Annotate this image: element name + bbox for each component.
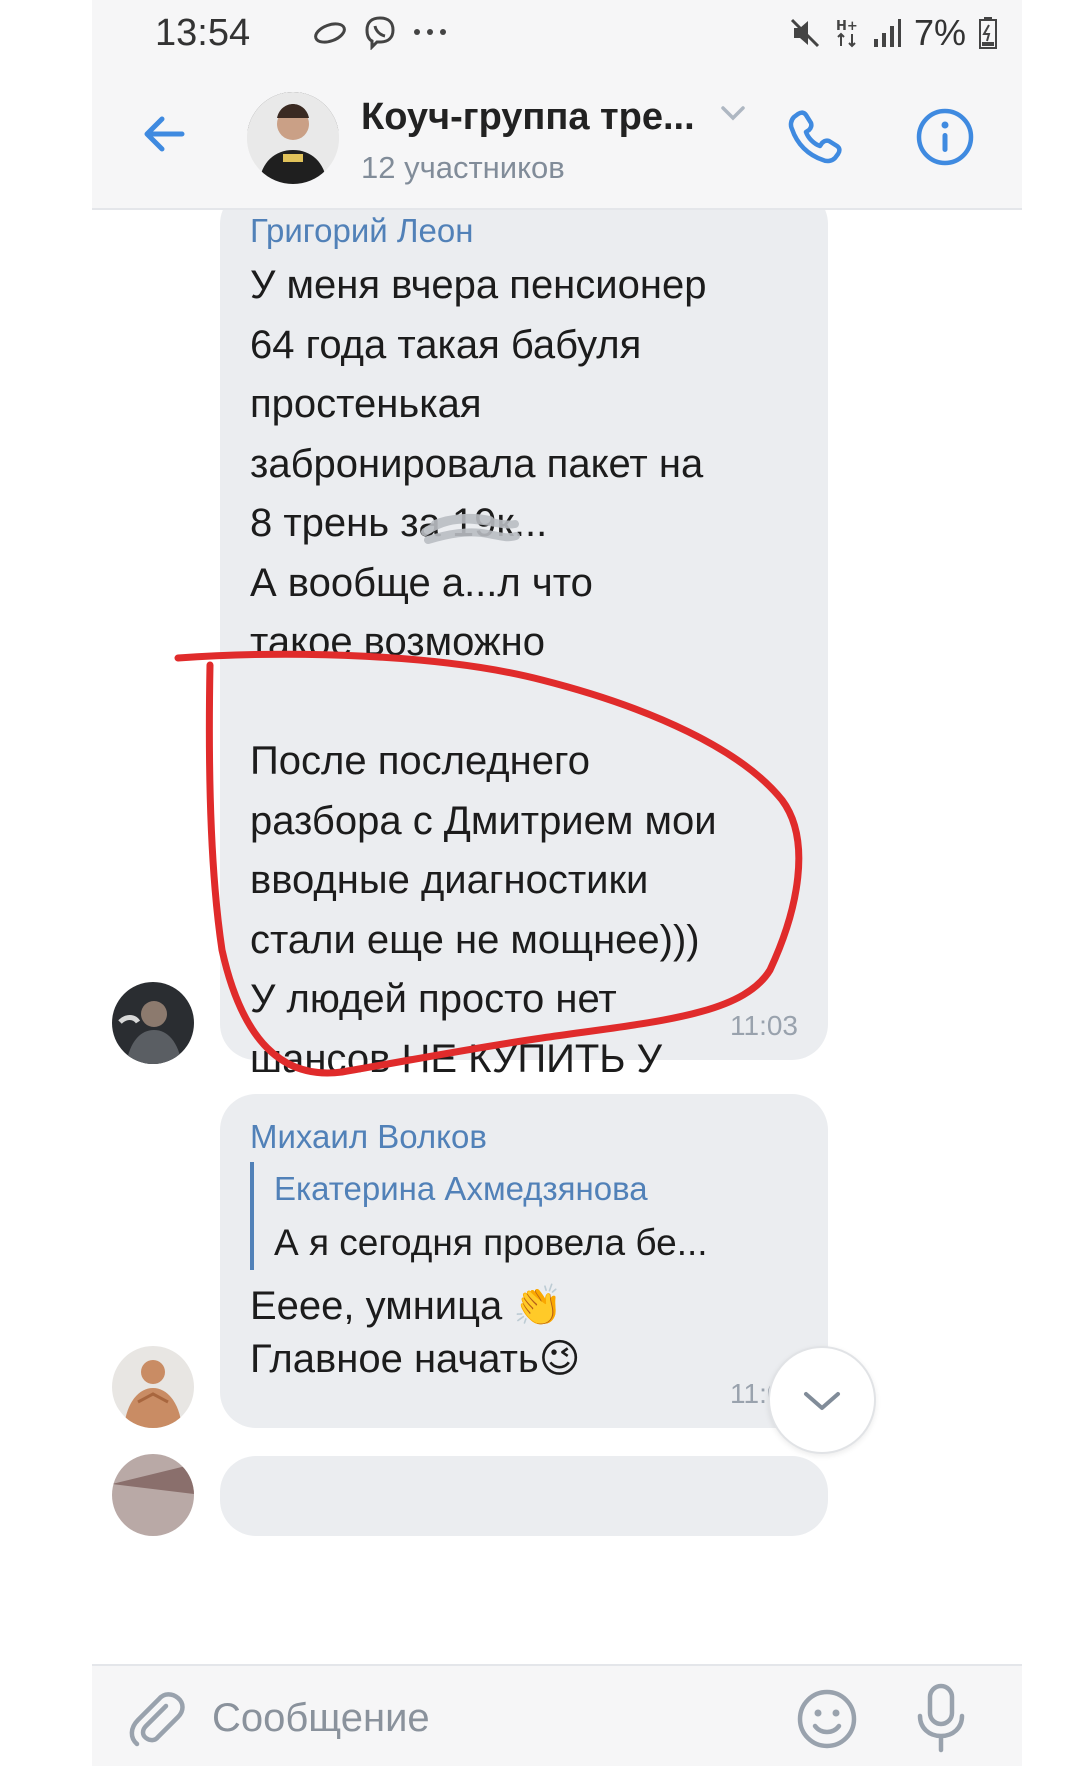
mute-icon [790, 18, 820, 48]
chevron-down-icon[interactable] [720, 104, 746, 122]
more-notifications-icon [414, 29, 446, 35]
group-avatar[interactable] [247, 92, 339, 184]
message-sender[interactable]: Григорий Леон [250, 212, 798, 250]
message-time: 11:03 [730, 1010, 798, 1041]
status-indicators: H+ 7% [788, 12, 998, 54]
data-hplus-icon: H+ [836, 19, 858, 48]
message-composer [92, 1664, 1022, 1766]
chat-header: Коуч-группа тре... 12 участников [92, 66, 1022, 210]
message-list[interactable]: Григорий Леон У меня вчера пенсионер 64 … [92, 210, 1022, 1664]
phone-icon[interactable] [784, 106, 846, 168]
message-bubble[interactable] [220, 1456, 828, 1536]
message-sender[interactable]: Михаил Волков [250, 1118, 798, 1156]
sender-avatar[interactable] [112, 982, 194, 1064]
reply-quote[interactable]: Екатерина Ахмедзянова А я сегодня провел… [250, 1162, 798, 1270]
svg-text:H+: H+ [836, 19, 858, 34]
info-icon[interactable] [914, 106, 976, 168]
battery-icon [979, 17, 997, 49]
message-bubble[interactable]: Григорий Леон У меня вчера пенсионер 64 … [220, 210, 828, 1140]
mic-icon[interactable] [908, 1680, 974, 1756]
left-margin [0, 0, 92, 1766]
group-avatar-photo [247, 92, 339, 184]
message-text: Еeee, умница 👏 Главное начать😉 [250, 1284, 581, 1381]
right-margin [1022, 0, 1080, 1766]
redaction-scribble [421, 513, 520, 544]
sender-avatar-photo [112, 1346, 194, 1428]
attach-icon[interactable] [126, 1690, 186, 1750]
message-text: У меня вчера пенсионер 64 года такая баб… [250, 263, 717, 1140]
sender-avatar[interactable] [112, 1454, 194, 1536]
status-time: 13:54 [155, 12, 251, 54]
sender-avatar[interactable] [112, 1346, 194, 1428]
reply-text: А я сегодня провела бе... [274, 1222, 708, 1263]
status-bar: 13:54 H+ 7% [92, 0, 1022, 66]
chevron-down-icon [804, 1392, 840, 1410]
viber-icon [365, 16, 395, 50]
emoji-icon[interactable] [794, 1686, 860, 1752]
cloud-app-icon [314, 22, 346, 44]
signal-icon [873, 19, 901, 47]
chat-title[interactable]: Коуч-группа тре... [361, 96, 695, 139]
message-bubble[interactable]: Михаил Волков Екатерина Ахмедзянова А я … [220, 1094, 828, 1428]
screen: 13:54 H+ 7% Коуч-группа тре... 12 участн… [0, 0, 1080, 1766]
reply-author: Екатерина Ахмедзянова [274, 1170, 648, 1207]
status-app-icons [312, 14, 448, 50]
scroll-down-button[interactable] [768, 1346, 876, 1454]
sender-avatar-photo [112, 982, 194, 1064]
back-arrow-icon[interactable] [136, 106, 192, 162]
members-count[interactable]: 12 участников [361, 150, 565, 186]
battery-percent: 7% [913, 12, 966, 53]
message-input[interactable] [210, 1682, 654, 1754]
sender-avatar-photo [112, 1454, 194, 1536]
